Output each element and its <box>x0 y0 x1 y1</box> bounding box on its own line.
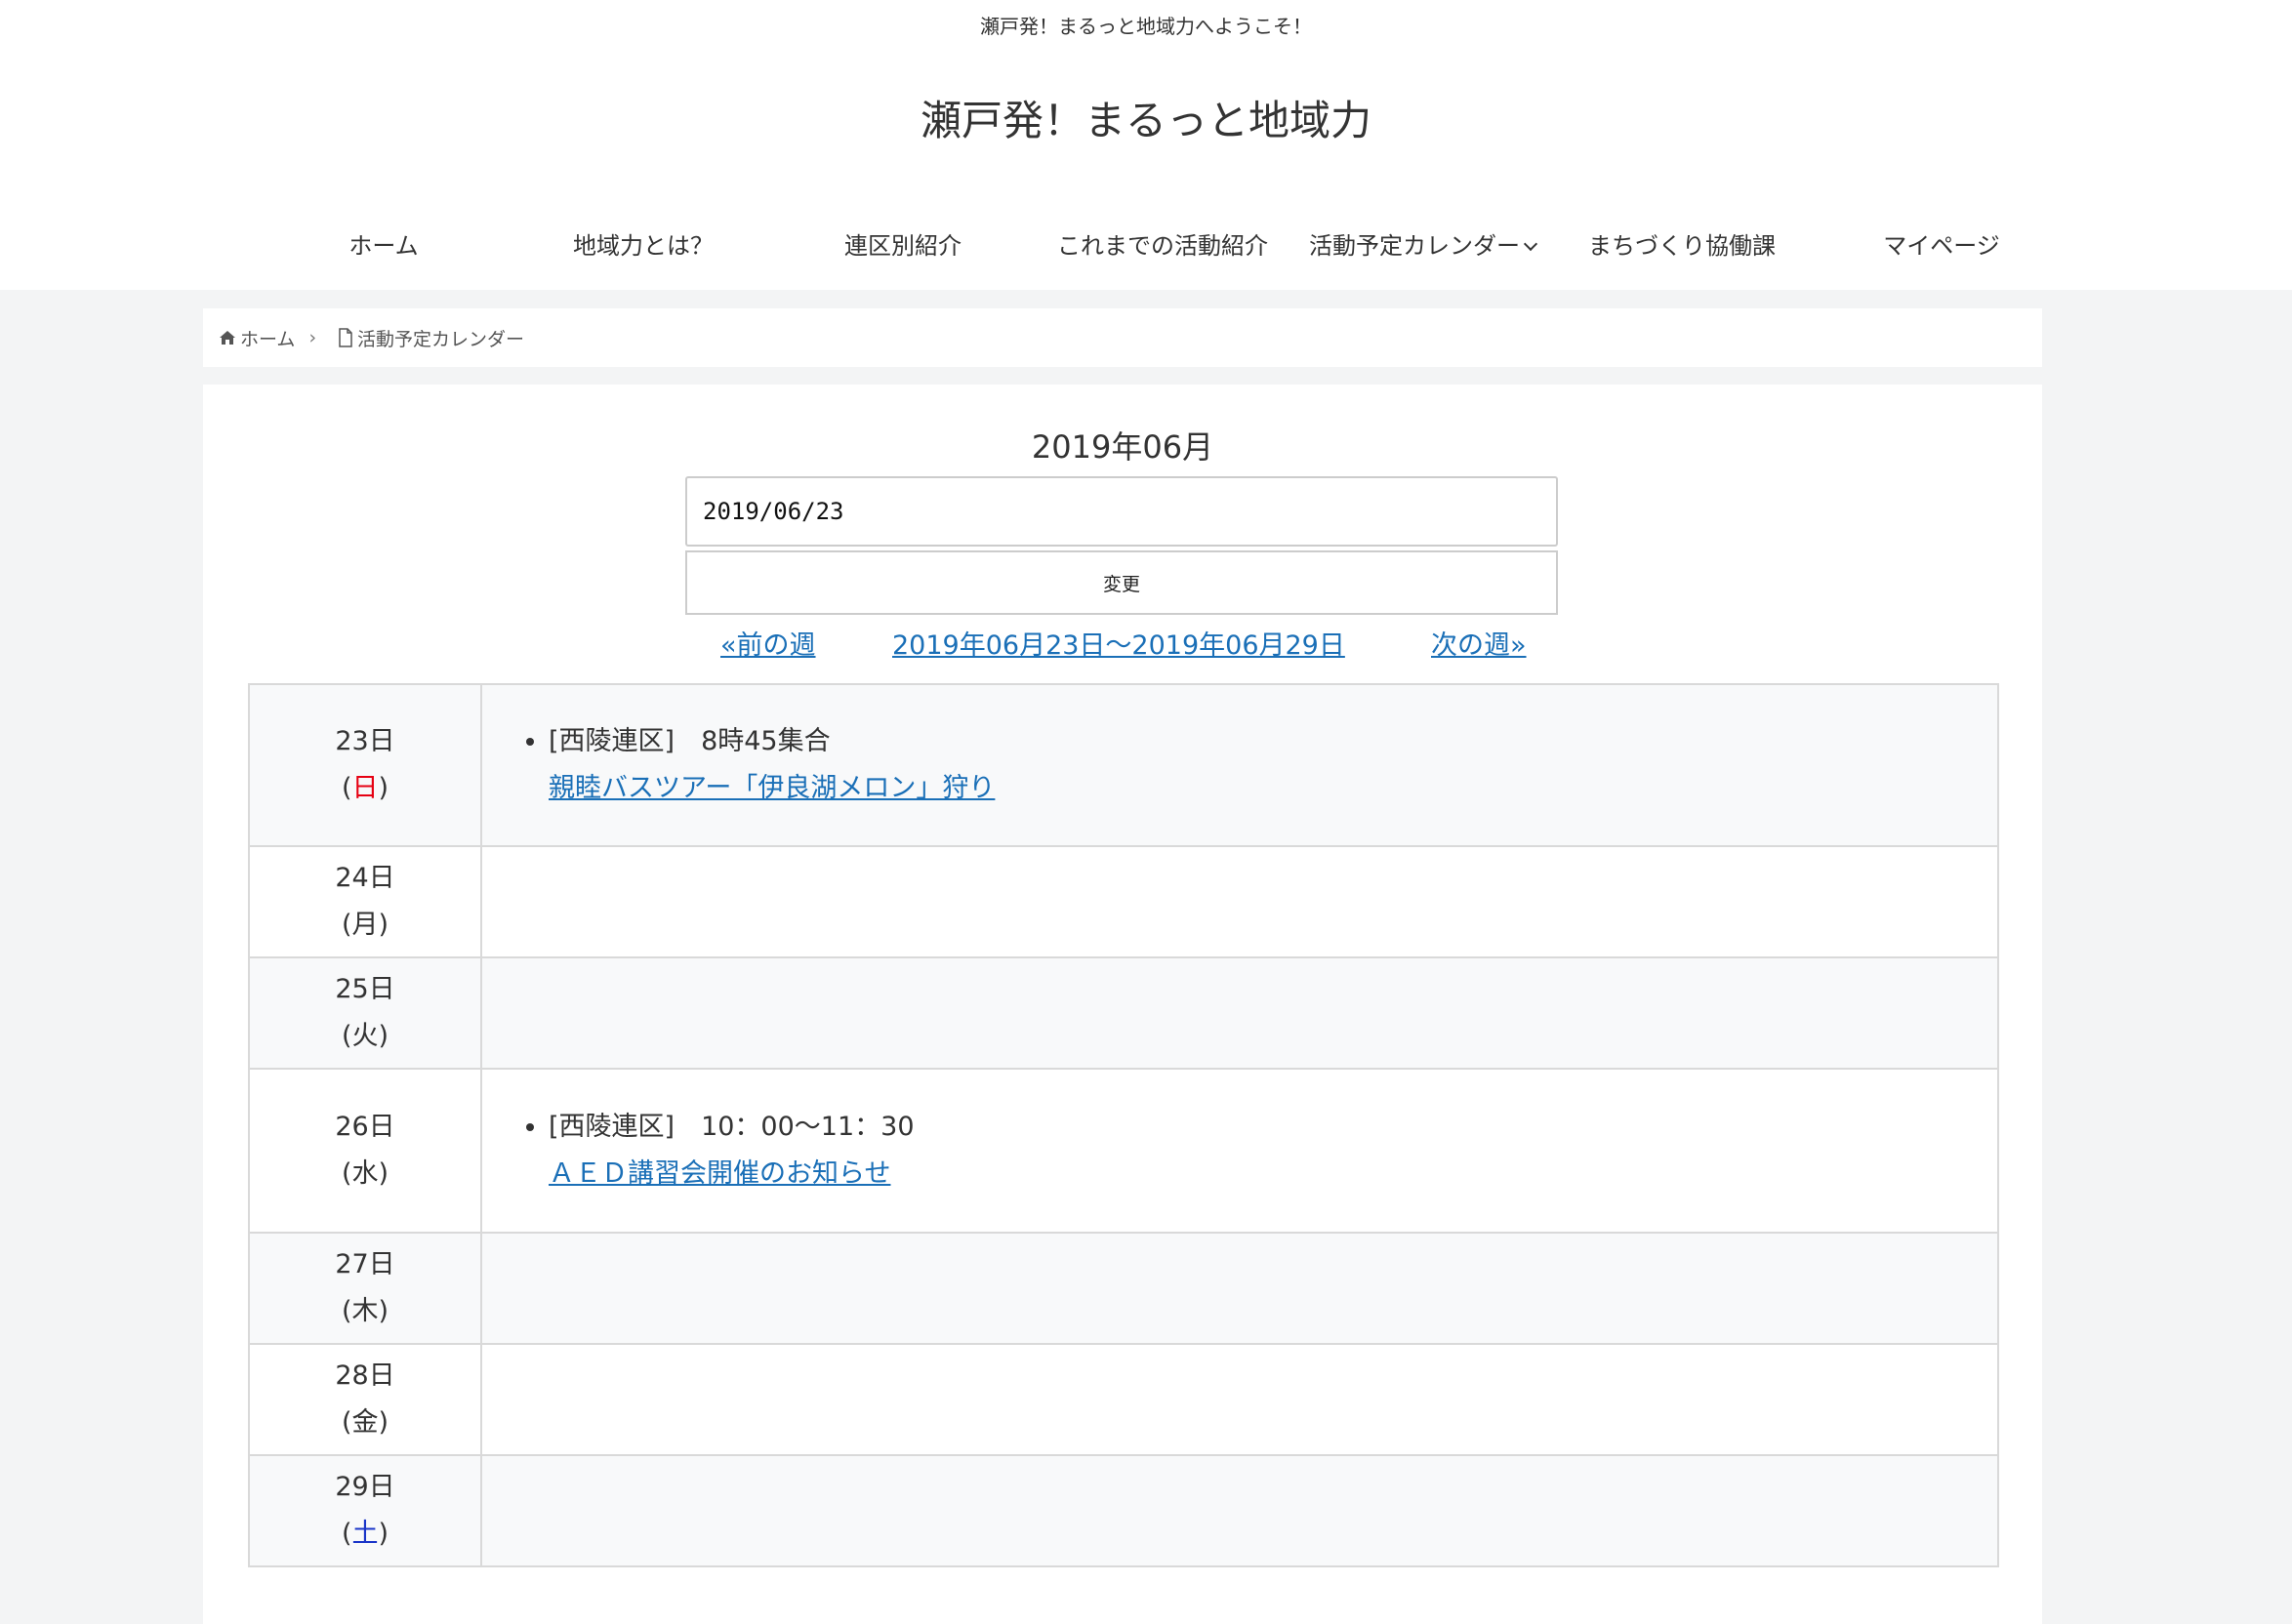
day-date: 24日 <box>335 863 395 893</box>
day-cell: 29日 (土) <box>248 1454 482 1567</box>
day-cell: 26日 (水) <box>248 1068 482 1234</box>
nav-item-home[interactable]: ホーム <box>254 223 513 269</box>
event-item: [西陵連区] 10：00〜11：30 ＡＥＤ講習会開催のお知らせ <box>549 1104 1997 1198</box>
site-header: 瀬戸発！まるっと地域力へようこそ！ 瀬戸発！まるっと地域力 ホーム 地域力とは？… <box>0 0 2292 290</box>
event-link[interactable]: 親睦バスツアー「伊良湖メロン」狩り <box>549 773 995 803</box>
breadcrumb-current-label: 活動予定カレンダー <box>357 328 525 350</box>
weekday-saturday: 土 <box>351 1519 379 1549</box>
chevron-down-icon <box>1523 236 1538 252</box>
day-weekday: (土) <box>341 1519 389 1549</box>
day-weekday: (木) <box>341 1296 389 1326</box>
weekday-label: 火 <box>351 1021 379 1051</box>
event-item: [西陵連区] 8時45集合 親睦バスツアー「伊良湖メロン」狩り <box>549 718 1997 812</box>
nav-item-label: ホーム <box>348 232 419 260</box>
event-cell <box>480 1232 1999 1345</box>
nav-item-label: 地域力とは？ <box>573 232 714 260</box>
day-cell: 23日 (日) <box>248 683 482 847</box>
event-cell <box>480 956 1999 1070</box>
day-weekday: (火) <box>341 1021 389 1051</box>
day-date: 29日 <box>335 1472 395 1502</box>
event-cell: [西陵連区] 10：00〜11：30 ＡＥＤ講習会開催のお知らせ <box>480 1068 1999 1234</box>
nav-item-label: 活動予定カレンダー <box>1309 232 1520 260</box>
change-button[interactable]: 変更 <box>685 550 1558 615</box>
nav-item-label: マイページ <box>1883 232 2000 260</box>
week-calendar-table: 23日 (日) [西陵連区] 8時45集合 親睦バスツアー「伊良湖メロン」狩り … <box>248 683 1999 1567</box>
nav-item-about[interactable]: 地域力とは？ <box>513 223 773 269</box>
calendar-row: 23日 (日) [西陵連区] 8時45集合 親睦バスツアー「伊良湖メロン」狩り <box>248 683 1999 847</box>
weekday-label: 月 <box>351 910 379 940</box>
week-range-link[interactable]: 2019年06月23日〜2019年06月29日 <box>892 629 1345 664</box>
site-title[interactable]: 瀬戸発！まるっと地域力 <box>0 95 2292 147</box>
day-cell: 28日 (金) <box>248 1343 482 1456</box>
event-cell <box>480 1454 1999 1567</box>
nav-item-districts[interactable]: 連区別紹介 <box>773 223 1033 269</box>
site-tagline: 瀬戸発！まるっと地域力へようこそ！ <box>980 15 1312 38</box>
day-date: 28日 <box>335 1360 395 1391</box>
nav-item-mypage[interactable]: マイページ <box>1812 223 2071 269</box>
day-date: 23日 <box>335 726 395 756</box>
home-icon <box>220 331 235 345</box>
event-cell <box>480 1343 1999 1456</box>
weekday-label: 水 <box>351 1158 379 1189</box>
breadcrumb-separator: › <box>308 327 317 348</box>
breadcrumb: ホーム › 活動予定カレンダー <box>203 308 2042 367</box>
breadcrumb-home[interactable]: ホーム <box>203 325 295 351</box>
event-info: [西陵連区] 8時45集合 <box>549 726 831 756</box>
calendar-row: 26日 (水) [西陵連区] 10：00〜11：30 ＡＥＤ講習会開催のお知らせ <box>248 1068 1999 1234</box>
calendar-row: 28日 (金) <box>248 1343 1999 1456</box>
nav-item-cooperation[interactable]: まちづくり協働課 <box>1552 223 1812 269</box>
weekday-label: 木 <box>351 1296 379 1326</box>
main-content: 2019年06月 変更 «前の週 2019年06月23日〜2019年06月29日… <box>203 385 2042 1624</box>
calendar-row: 29日 (土) <box>248 1454 1999 1567</box>
weekday-label: 金 <box>351 1407 379 1438</box>
day-date: 25日 <box>335 974 395 1004</box>
day-cell: 25日 (火) <box>248 956 482 1070</box>
calendar-row: 25日 (火) <box>248 956 1999 1070</box>
weekday-sunday: 日 <box>351 773 379 803</box>
file-icon <box>339 328 352 347</box>
nav-item-calendar[interactable]: 活動予定カレンダー <box>1292 223 1552 269</box>
event-link[interactable]: ＡＥＤ講習会開催のお知らせ <box>549 1158 890 1189</box>
next-week-link[interactable]: 次の週» <box>1431 629 1527 664</box>
day-cell: 27日 (木) <box>248 1232 482 1345</box>
calendar-row: 24日 (月) <box>248 845 1999 958</box>
global-nav: ホーム 地域力とは？ 連区別紹介 これまでの活動紹介 活動予定カレンダー まちづ… <box>254 223 2071 269</box>
breadcrumb-home-label: ホーム <box>240 328 296 350</box>
event-cell <box>480 845 1999 958</box>
breadcrumb-current: 活動予定カレンダー <box>338 325 524 351</box>
day-weekday: (日) <box>341 773 389 803</box>
day-weekday: (水) <box>341 1158 389 1189</box>
day-cell: 24日 (月) <box>248 845 482 958</box>
date-input[interactable] <box>685 476 1558 547</box>
day-weekday: (月) <box>341 910 389 940</box>
nav-item-label: 連区別紹介 <box>844 232 962 260</box>
event-info: [西陵連区] 10：00〜11：30 <box>549 1112 915 1142</box>
event-cell: [西陵連区] 8時45集合 親睦バスツアー「伊良湖メロン」狩り <box>480 683 1999 847</box>
month-title: 2019年06月 <box>1031 428 1214 466</box>
day-date: 26日 <box>335 1112 395 1142</box>
nav-item-label: まちづくり協働課 <box>1588 232 1776 260</box>
prev-week-link[interactable]: «前の週 <box>720 629 816 664</box>
calendar-row: 27日 (木) <box>248 1232 1999 1345</box>
day-date: 27日 <box>335 1249 395 1279</box>
day-weekday: (金) <box>341 1407 389 1438</box>
nav-item-label: これまでの活動紹介 <box>1057 232 1268 260</box>
nav-item-activities[interactable]: これまでの活動紹介 <box>1033 223 1292 269</box>
